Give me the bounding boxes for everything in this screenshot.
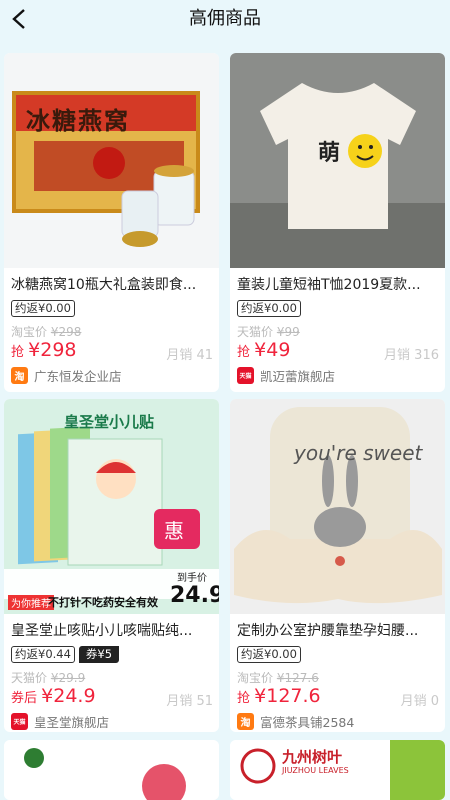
price-prefix: 抢 (237, 691, 251, 706)
original-price-label: 淘宝价 (237, 671, 274, 685)
page-title: 高佣商品 (189, 8, 261, 29)
sale-price: 券后 ¥24.9 (11, 685, 96, 707)
product-name: 皇圣堂止咳贴小儿咳喘贴纯... (11, 623, 193, 639)
product-card[interactable]: 九州树叶 JIUZHOU LEAVES (230, 740, 445, 800)
product-image: 皇圣堂小儿贴 惠 为你推荐 不打针不吃药安全有效 到手价 24.9 (4, 399, 219, 614)
price-prefix: 抢 (11, 345, 25, 360)
coupon-tag: 券¥5 (78, 646, 120, 663)
shop-name: 皇圣堂旗舰店 (34, 715, 110, 730)
product-card[interactable]: 萌 童装儿童短袖T恤2019夏款... 约返¥0.00 天猫价 ¥99 抢 ¥4… (230, 53, 445, 392)
product-image-hui: 惠 (164, 519, 184, 543)
tag-list: 约返¥0.00 (237, 646, 301, 663)
shop-name: 广东恒发企业店 (34, 369, 122, 384)
product-image-caption: 萌 (318, 141, 341, 166)
product-image-banner: 不打针不吃药安全有效 (48, 596, 158, 609)
taobao-icon: 淘 (237, 713, 254, 730)
original-price-value: ¥29.9 (50, 671, 86, 685)
product-name: 定制办公室护腰靠垫孕妇腰... (237, 623, 419, 639)
product-image: 萌 (230, 53, 445, 268)
original-price-value: ¥127.6 (276, 671, 319, 685)
product-image: you're sweet (230, 399, 445, 614)
rebate-tag: 约返¥0.00 (237, 646, 301, 663)
product-name: 童装儿童短袖T恤2019夏款... (237, 277, 421, 293)
tag-list: 约返¥0.00 (237, 300, 301, 317)
tmall-icon: 天猫 (237, 367, 254, 384)
price-value: ¥49 (254, 339, 291, 361)
product-card[interactable]: 皇圣堂小儿贴 惠 为你推荐 不打针不吃药安全有效 到手价 24.9 皇圣堂止咳贴… (4, 399, 219, 732)
product-image-price: 24.9 (170, 583, 219, 608)
original-price-value: ¥99 (276, 325, 300, 339)
rebate-tag: 约返¥0.00 (237, 300, 301, 317)
product-card[interactable]: you're sweet 定制办公室护腰靠垫孕妇腰... 约返¥0.00 淘宝价… (230, 399, 445, 732)
shop-info[interactable]: 淘 广东恒发企业店 (11, 366, 122, 385)
product-card[interactable] (4, 740, 219, 800)
product-image-caption: 九州树叶 (282, 748, 343, 766)
original-price: 淘宝价 ¥298 (11, 323, 81, 340)
product-image-price-label: 到手价 (177, 573, 207, 584)
product-image (4, 740, 219, 800)
product-image: 九州树叶 JIUZHOU LEAVES (230, 740, 445, 800)
price-value: ¥298 (28, 339, 77, 361)
price-prefix: 抢 (237, 345, 251, 360)
sale-price: 抢 ¥49 (237, 339, 290, 361)
original-price-label: 天猫价 (237, 325, 274, 339)
taobao-icon: 淘 (11, 367, 28, 384)
product-image: 冰糖燕窝 (4, 53, 219, 268)
product-card[interactable]: 冰糖燕窝 冰糖燕窝10瓶大礼盒装即食... 约返¥0.00 淘宝价 ¥298 抢… (4, 53, 219, 392)
header: 高佣商品 (0, 0, 450, 40)
price-prefix: 券后 (11, 691, 38, 706)
original-price: 天猫价 ¥99 (237, 323, 300, 340)
monthly-sales: 月销 316 (384, 348, 439, 363)
shop-info[interactable]: 天猫 皇圣堂旗舰店 (11, 712, 109, 731)
original-price-label: 淘宝价 (11, 325, 48, 339)
original-price: 淘宝价 ¥127.6 (237, 669, 319, 686)
shop-info[interactable]: 淘 富德茶具铺2584 (237, 712, 354, 731)
tag-list: 约返¥0.00 (11, 300, 75, 317)
product-image-caption: 皇圣堂小儿贴 (64, 413, 155, 431)
shop-name: 富德茶具铺2584 (260, 715, 355, 730)
rebate-tag: 约返¥0.44 (11, 646, 75, 663)
monthly-sales: 月销 51 (166, 694, 213, 709)
product-image-subcaption: JIUZHOU LEAVES (282, 766, 349, 775)
price-value: ¥127.6 (254, 685, 321, 707)
original-price-value: ¥298 (50, 325, 82, 339)
product-image-caption: you're sweet (294, 441, 423, 465)
product-image-caption: 冰糖燕窝 (26, 107, 130, 135)
sale-price: 抢 ¥298 (11, 339, 77, 361)
product-name: 冰糖燕窝10瓶大礼盒装即食... (11, 277, 197, 293)
monthly-sales: 月销 41 (166, 348, 213, 363)
tag-list: 约返¥0.44 券¥5 (11, 646, 120, 663)
original-price: 天猫价 ¥29.9 (11, 669, 85, 686)
shop-name: 凯迈蕾旗舰店 (260, 369, 336, 384)
price-value: ¥24.9 (41, 685, 96, 707)
tmall-icon: 天猫 (11, 713, 28, 730)
rebate-tag: 约返¥0.00 (11, 300, 75, 317)
monthly-sales: 月销 0 (400, 694, 439, 709)
shop-info[interactable]: 天猫 凯迈蕾旗舰店 (237, 366, 335, 385)
original-price-label: 天猫价 (11, 671, 48, 685)
sale-price: 抢 ¥127.6 (237, 685, 321, 707)
